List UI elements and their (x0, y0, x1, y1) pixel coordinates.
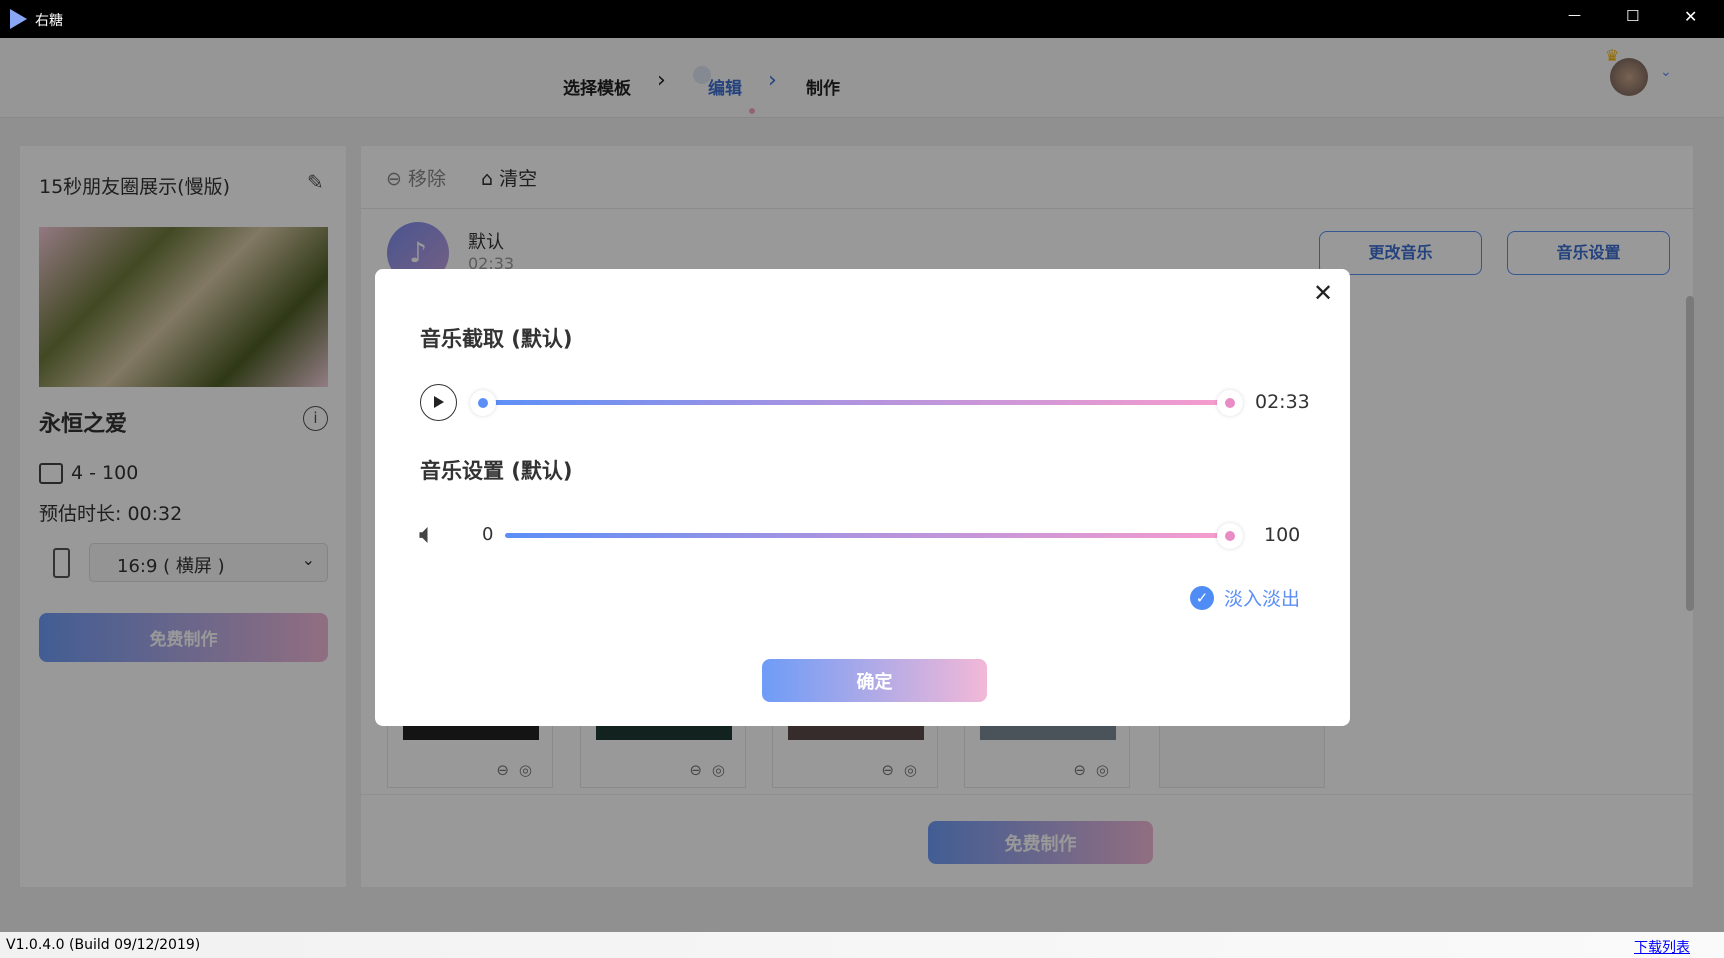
clip-start-handle[interactable] (470, 390, 496, 416)
close-icon[interactable]: ✕ (1313, 279, 1333, 307)
music-settings-dialog: ✕ 音乐截取 (默认) 02:33 音乐设置 (默认) 🔈︎ 0 100 ✓ 淡… (375, 269, 1350, 726)
clip-end-time: 02:33 (1255, 391, 1310, 413)
volume-max: 100 (1264, 524, 1300, 546)
volume-handle[interactable] (1217, 523, 1243, 549)
download-list-link[interactable]: 下载列表 (1634, 937, 1690, 957)
volume-min: 0 (482, 524, 493, 545)
minimize-button[interactable]: — (1568, 8, 1581, 23)
play-icon (434, 396, 444, 408)
status-bar: V1.0.4.0 (Build 09/12/2019) 下载列表 (0, 932, 1724, 958)
clip-range-track[interactable] (483, 400, 1229, 405)
confirm-button[interactable]: 确定 (762, 659, 987, 702)
app-title: 右糖 (35, 10, 63, 30)
check-icon: ✓ (1190, 586, 1214, 610)
version-text: V1.0.4.0 (Build 09/12/2019) (6, 937, 200, 953)
title-bar: 右糖 — ☐ ✕ (0, 0, 1724, 38)
fade-label: 淡入淡出 (1224, 584, 1300, 611)
settings-title: 音乐设置 (默认) (420, 455, 573, 485)
clip-end-handle[interactable] (1217, 390, 1243, 416)
maximize-button[interactable]: ☐ (1626, 7, 1639, 25)
play-button[interactable] (420, 384, 457, 421)
app-logo-icon (10, 9, 27, 29)
volume-icon: 🔈︎ (419, 517, 436, 551)
volume-track[interactable] (505, 533, 1229, 538)
close-window-button[interactable]: ✕ (1684, 7, 1697, 26)
clip-title: 音乐截取 (默认) (420, 323, 573, 353)
